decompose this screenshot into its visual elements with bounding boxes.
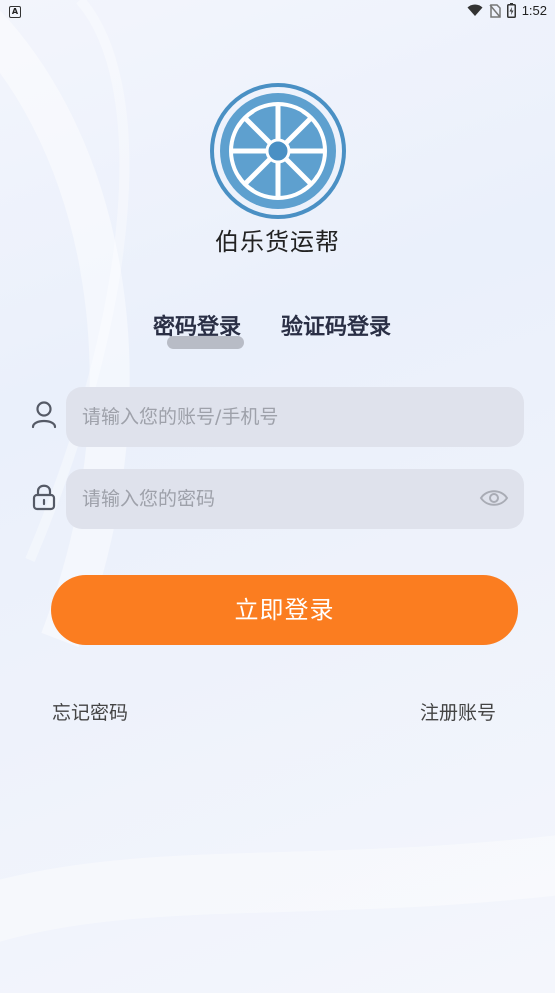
register-account-link[interactable]: 注册账号 bbox=[420, 698, 496, 725]
password-input[interactable]: 请输入您的密码 bbox=[66, 469, 524, 529]
notification-badge-icon: A bbox=[9, 6, 21, 18]
user-icon bbox=[31, 401, 57, 429]
battery-icon bbox=[506, 3, 516, 18]
lock-icon bbox=[32, 484, 56, 511]
status-bar: A 1:52 bbox=[0, 0, 555, 26]
clock: 1:52 bbox=[521, 3, 547, 18]
wifi-icon bbox=[467, 4, 483, 16]
tab-code-login[interactable]: 验证码登录 bbox=[281, 309, 391, 341]
no-sim-icon bbox=[489, 3, 501, 18]
forgot-password-link[interactable]: 忘记密码 bbox=[52, 698, 128, 725]
tab-indicator bbox=[167, 336, 244, 349]
eye-icon[interactable] bbox=[479, 485, 509, 511]
account-input[interactable]: 请输入您的账号/手机号 bbox=[66, 387, 524, 447]
app-logo bbox=[210, 83, 346, 219]
app-name: 伯乐货运帮 bbox=[215, 228, 340, 256]
login-button[interactable]: 立即登录 bbox=[51, 575, 518, 645]
